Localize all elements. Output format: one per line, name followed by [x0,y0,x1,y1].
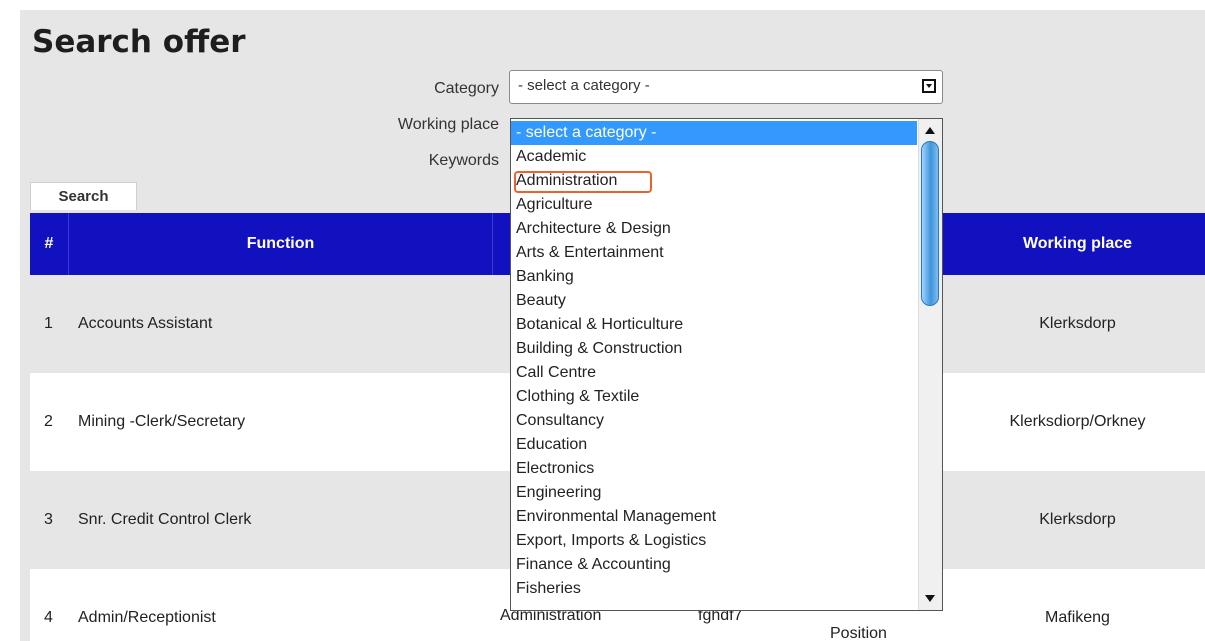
dropdown-option[interactable]: Fisheries [511,577,917,601]
dropdown-option[interactable]: Botanical & Horticulture [511,313,917,337]
dropdown-option[interactable]: Agriculture [511,193,917,217]
dropdown-option[interactable]: Call Centre [511,361,917,385]
row-working-place: Klerksdiorp/Orkney [1009,413,1146,430]
category-label: Category [434,80,499,97]
dropdown-option[interactable]: Consultancy [511,409,917,433]
dropdown-option[interactable]: Beauty [511,289,917,313]
dropdown-option[interactable]: Building & Construction [511,337,917,361]
row-function: Mining -Clerk/Secretary [78,413,246,430]
column-header-number: # [44,235,54,252]
row-number: 2 [44,413,53,430]
scroll-up-icon[interactable] [925,127,935,134]
dropdown-option[interactable]: Export, Imports & Logistics [511,529,917,553]
working-place-label: Working place [397,116,499,133]
search-offer-panel: Search offer Category Working place Keyw… [20,10,1205,641]
row-working-place: Mafikeng [1045,609,1110,626]
dropdown-option[interactable]: Banking [511,265,917,289]
row-number: 1 [44,315,53,332]
dropdown-option[interactable]: Academic [511,145,917,169]
dropdown-option[interactable]: Finance & Accounting [511,553,917,577]
dropdown-option[interactable]: Architecture & Design [511,217,917,241]
category-select-value: - select a category - [518,77,650,94]
row-number: 4 [44,609,53,626]
dropdown-option[interactable]: Clothing & Textile [511,385,917,409]
row-function: Snr. Credit Control Clerk [78,511,252,528]
category-dropdown-list[interactable]: - select a category - Academic Administr… [510,118,943,611]
scrollbar-thumb[interactable] [921,141,939,306]
dropdown-option[interactable]: - select a category - [511,121,917,145]
dropdown-option[interactable]: Arts & Entertainment [511,241,917,265]
chevron-down-icon[interactable] [922,79,936,93]
dropdown-scrollbar[interactable] [918,119,942,610]
search-button[interactable]: Search [30,182,137,210]
dropdown-option[interactable]: Environmental Management [511,505,917,529]
category-select[interactable]: - select a category - [509,70,943,104]
row-type: Position [830,625,887,641]
column-header-working-place: Working place [1022,235,1133,252]
column-header-function: Function [246,235,315,252]
page-title: Search offer [32,24,246,60]
row-function: Accounts Assistant [78,315,213,332]
column-separator [492,213,493,275]
scroll-down-icon[interactable] [925,595,935,602]
row-working-place: Klerksdorp [1039,511,1116,528]
dropdown-option[interactable]: Education [511,433,917,457]
row-working-place: Klerksdorp [1039,315,1116,332]
dropdown-option[interactable]: Electronics [511,457,917,481]
keywords-label: Keywords [428,152,499,169]
highlight-box [514,171,652,193]
row-number: 3 [44,511,53,528]
row-function: Admin/Receptionist [78,609,216,626]
dropdown-option[interactable]: Engineering [511,481,917,505]
